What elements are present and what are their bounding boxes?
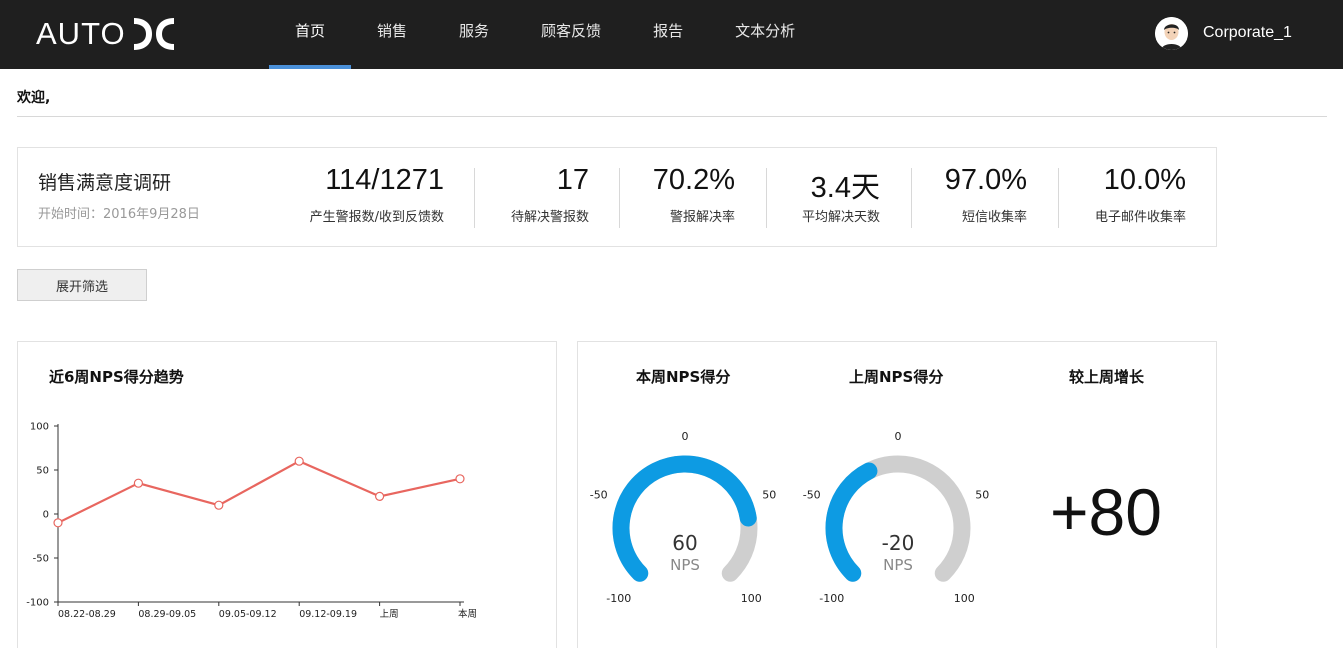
gauge-tick-label: -50 [803, 488, 821, 501]
avatar [1155, 16, 1188, 50]
brand-logo[interactable]: AUTO [36, 14, 178, 54]
growth-title: 较上周增长 [1069, 368, 1145, 386]
metric-divider [474, 168, 475, 228]
metric-label: 短信收集率 [961, 210, 1027, 225]
y-tick-label: -100 [26, 598, 49, 609]
nps-trend-panel: 近6周NPS得分趋势 100 50 0 -50 -100 08.22-08.29 08.2… [17, 341, 557, 648]
logo-mark-icon [133, 18, 174, 50]
y-tick-label: -50 [33, 554, 49, 565]
y-tick-label: 50 [36, 466, 49, 477]
user-menu[interactable]: Corporate_1 [1155, 16, 1292, 50]
nav-item-label: 顾客反馈 [541, 22, 602, 40]
x-tick-label: 08.22-08.29 [58, 609, 116, 620]
user-name: Corporate_1 [1203, 24, 1292, 41]
nps-data-point [455, 474, 465, 484]
nav-item-label: 文本分析 [735, 22, 796, 40]
gauge-tick-label: 50 [975, 488, 989, 501]
trend-panel-title: 近6周NPS得分趋势 [49, 368, 184, 386]
metric-value: 10.0% [1103, 164, 1186, 196]
metric-divider [766, 168, 767, 228]
gauge-tick-label: 0 [682, 430, 689, 443]
metric-value: 97.0% [944, 164, 1027, 196]
metric-label: 平均解决天数 [801, 210, 880, 225]
nps-trend-chart: 100 50 0 -50 -100 08.22-08.29 08.29-09.05 09.0… [26, 422, 477, 621]
gauge-tick-label: -100 [819, 592, 844, 605]
x-axis-ticks: 08.22-08.29 08.29-09.05 09.05-09.12 09.12-0… [57, 602, 477, 620]
metric-value: 70.2% [652, 164, 735, 196]
nps-data-point [133, 478, 144, 488]
x-tick-label: 09.12-09.19 [299, 609, 357, 620]
gauge-fill [825, 462, 878, 582]
gauge-value: -20 [882, 531, 915, 555]
gauge-unit: NPS [670, 556, 700, 574]
y-tick-label: 100 [30, 422, 49, 433]
logo-text: AUTO [36, 16, 126, 51]
this-week-nps-title: 本周NPS得分 [636, 368, 731, 386]
gauge-value: 60 [672, 531, 697, 555]
gauge-tick-label: 100 [954, 592, 975, 605]
nps-data-point [375, 491, 385, 502]
nav-item-reports[interactable]: 报告 [627, 0, 709, 69]
nav-item-label: 首页 [295, 22, 326, 40]
nav-item-label: 报告 [653, 22, 684, 40]
user-avatar-icon [1155, 16, 1188, 50]
x-tick-label: 09.05-09.12 [219, 609, 277, 620]
metric-label: 警报解决率 [669, 210, 735, 225]
nps-data-point [53, 518, 63, 528]
this-week-nps-gauge: -100 -50 0 50 100 60NPS [590, 430, 777, 605]
nps-data-point [294, 456, 304, 466]
gauge-tick-label: -50 [590, 488, 608, 501]
survey-summary-card: 销售满意度调研 开始时间：2016年9月28日 114/1271 产生警报数/收… [17, 147, 1217, 247]
survey-title: 销售满意度调研 [38, 172, 172, 194]
nav-item-label: 销售 [377, 22, 408, 40]
metric-resolution-rate: 70.2% 警报解决率 [623, 162, 735, 232]
main-nav: 首页 销售 服务 顾客反馈 报告 文本分析 [269, 0, 821, 69]
metric-value: 17 [556, 164, 589, 196]
nav-item-sales[interactable]: 销售 [351, 0, 433, 69]
last-week-nps-gauge: -100 -50 0 50 100 -20NPS [803, 430, 990, 605]
last-week-nps-title: 上周NPS得分 [849, 368, 944, 386]
nav-item-home[interactable]: 首页 [269, 0, 352, 69]
nav-item-label: 服务 [459, 22, 490, 40]
chart-axes [57, 424, 464, 603]
metric-divider [1058, 168, 1059, 228]
gauge-tick-label: 0 [895, 430, 902, 443]
metric-alerts-feedback: 114/1271 产生警报数/收到反馈数 [218, 162, 444, 232]
expand-filter-button[interactable]: 展开筛选 [17, 269, 147, 301]
gauge-tick-label: 100 [741, 592, 762, 605]
nps-data-point [214, 500, 224, 510]
nav-item-customer-feedback[interactable]: 顾客反馈 [515, 0, 627, 69]
gauge-unit: NPS [883, 556, 913, 574]
x-tick-label: 08.29-09.05 [138, 609, 196, 620]
metric-label: 电子邮件收集率 [1094, 210, 1186, 225]
metric-value: 3.4天 [810, 172, 880, 204]
metric-label: 产生警报数/收到反馈数 [309, 210, 444, 225]
metric-divider [619, 168, 620, 228]
y-tick-label: 0 [43, 510, 49, 521]
nav-item-service[interactable]: 服务 [433, 0, 515, 69]
gauge-tick-label: -100 [606, 592, 631, 605]
welcome-text: 欢迎, [17, 90, 51, 106]
divider [17, 116, 1327, 117]
metric-label: 待解决警报数 [510, 210, 589, 225]
metric-value: 114/1271 [325, 164, 444, 196]
x-tick-label: 本周 [458, 608, 477, 620]
nav-item-text-analysis[interactable]: 文本分析 [709, 0, 821, 69]
y-axis-ticks: 100 50 0 -50 -100 [26, 422, 58, 609]
metric-divider [911, 168, 912, 228]
metric-pending-alerts: 17 待解决警报数 [478, 162, 589, 232]
metric-avg-resolution-days: 3.4天 平均解决天数 [770, 162, 880, 232]
metric-email-rate: 10.0% 电子邮件收集率 [1062, 162, 1186, 232]
survey-start-date: 开始时间：2016年9月28日 [38, 207, 200, 222]
x-tick-label: 上周 [380, 609, 399, 620]
nps-trend-line [57, 459, 461, 524]
gauge-tick-label: 50 [762, 488, 776, 501]
top-navigation-bar: AUTO 首页 销售 服务 顾客反馈 报告 文本分析 Corporate_1 [0, 0, 1343, 69]
nps-score-panel: 本周NPS得分 上周NPS得分 较上周增长 -100 -50 0 50 100 60 NPS… [577, 341, 1217, 648]
metric-sms-rate: 97.0% 短信收集率 [915, 162, 1027, 232]
nps-growth-value: +80 [1050, 475, 1162, 549]
